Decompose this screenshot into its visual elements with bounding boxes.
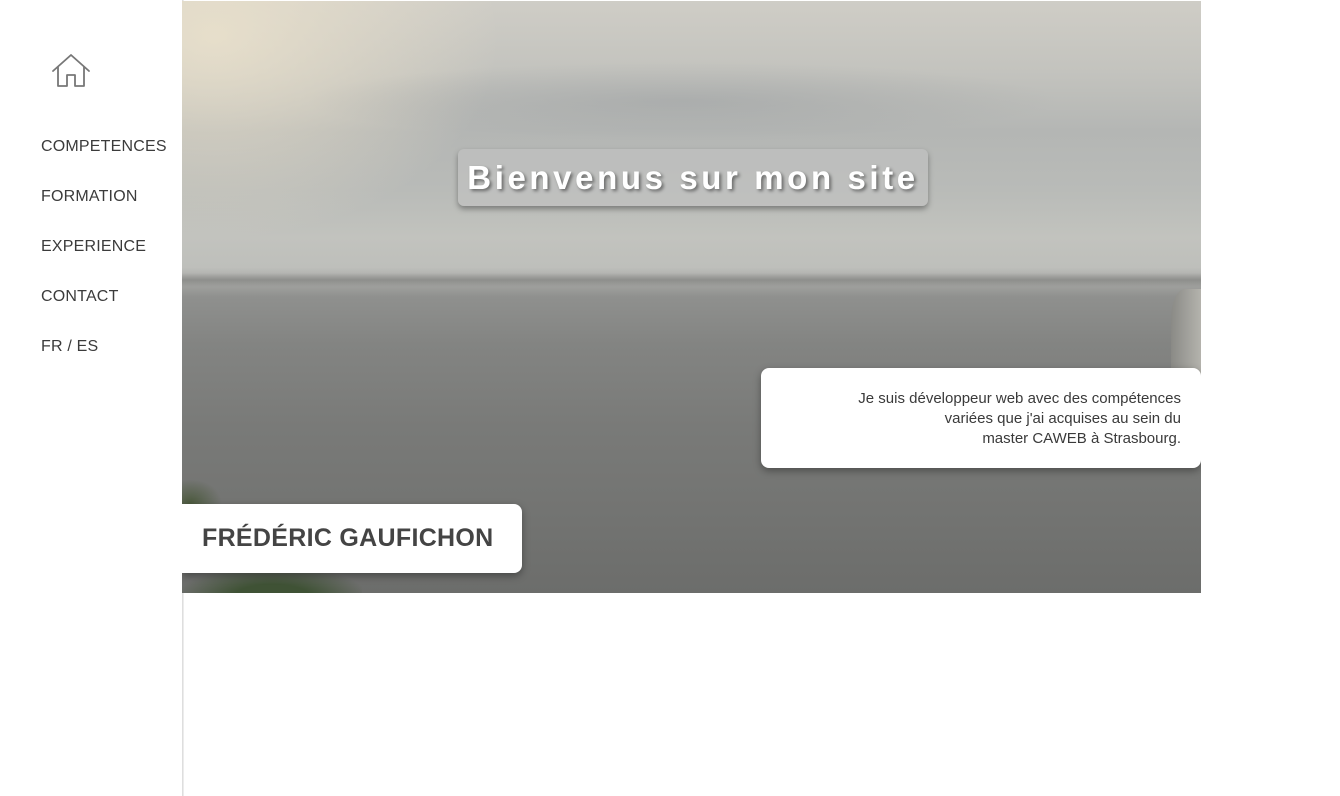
nav-link-experience[interactable]: EXPERIENCE [41,237,146,257]
nav-item-contact: CONTACT [41,287,167,337]
owner-name: FRÉDÉRIC GAUFICHON [202,524,494,552]
main-nav: COMPETENCES FORMATION EXPERIENCE CONTACT… [41,137,167,387]
nav-item-formation: FORMATION [41,187,167,237]
nav-link-contact[interactable]: CONTACT [41,287,119,307]
intro-line: master CAWEB à Strasbourg. [982,430,1181,447]
language-switch-link[interactable]: FR / ES [41,337,98,357]
intro-line: variées que j'ai acquises au sein du [944,410,1181,427]
sidebar: COMPETENCES FORMATION EXPERIENCE CONTACT… [0,0,183,796]
name-card: FRÉDÉRIC GAUFICHON [182,504,522,573]
nav-item-competences: COMPETENCES [41,137,167,187]
hero-horizon [182,273,1201,287]
hero-cloud-band [302,61,1062,141]
hero-banner: Bienvenus sur mon site Je suis développe… [182,1,1201,593]
home-link[interactable] [50,52,92,90]
nav-link-competences[interactable]: COMPETENCES [41,137,167,157]
home-icon [52,54,90,87]
nav-link-formation[interactable]: FORMATION [41,187,138,207]
intro-card: Je suis développeur web avec des compéte… [761,368,1201,468]
page: COMPETENCES FORMATION EXPERIENCE CONTACT… [0,0,1340,796]
nav-item-experience: EXPERIENCE [41,237,167,287]
intro-line: Je suis développeur web avec des compéte… [858,390,1181,407]
welcome-title: Bienvenus sur mon site [467,158,919,196]
welcome-banner: Bienvenus sur mon site [458,149,928,206]
nav-item-language: FR / ES [41,337,167,387]
hero-cliff [1171,289,1201,379]
